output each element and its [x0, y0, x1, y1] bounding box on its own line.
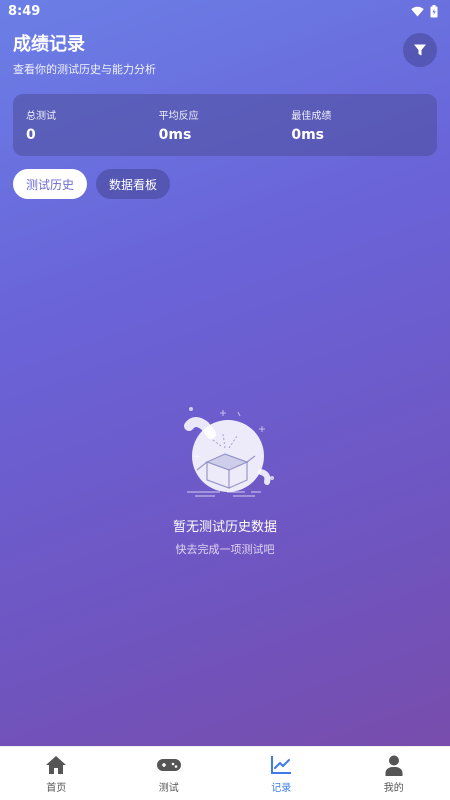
status-icons — [411, 4, 438, 18]
stat-label: 平均反应 — [158, 111, 199, 122]
nav-label: 测试 — [158, 783, 179, 794]
nav-item-home[interactable]: 首页 — [0, 747, 113, 800]
stat-label: 总测试 — [26, 111, 56, 122]
nav-item-test[interactable]: 测试 — [113, 747, 226, 800]
page-title: 成绩记录 — [13, 34, 85, 55]
filter-icon — [414, 44, 426, 56]
home-icon — [45, 753, 67, 777]
stat-best-score: 最佳成绩 0ms — [291, 107, 424, 143]
status-time: 8:49 — [8, 3, 41, 19]
chart-line-icon — [270, 753, 292, 777]
empty-state-subtitle: 快去完成一项测试吧 — [175, 543, 275, 556]
stat-value: 0ms — [291, 127, 325, 143]
bottom-navigation: 首页 测试 记录 我的 — [0, 746, 450, 800]
nav-label: 我的 — [383, 783, 404, 794]
nav-label: 首页 — [46, 783, 67, 794]
empty-state-title: 暂无测试历史数据 — [172, 520, 277, 535]
stats-card: 总测试 0 平均反应 0ms 最佳成绩 0ms — [13, 94, 437, 156]
stat-value: 0ms — [158, 127, 192, 143]
nav-item-profile[interactable]: 我的 — [338, 747, 450, 800]
page-header: 成绩记录 查看你的测试历史与能力分析 — [13, 34, 156, 77]
status-bar: 8:49 — [0, 0, 450, 22]
nav-item-records[interactable]: 记录 — [225, 747, 338, 800]
tab-bar: 测试历史 数据看板 — [13, 169, 171, 199]
person-icon — [385, 753, 403, 777]
gamepad-icon — [156, 753, 182, 777]
nav-label: 记录 — [271, 783, 292, 794]
empty-box-icon — [184, 407, 274, 497]
tab-data-dashboard[interactable]: 数据看板 — [96, 169, 171, 199]
tab-test-history[interactable]: 测试历史 — [13, 169, 88, 199]
battery-icon — [430, 4, 438, 17]
filter-button[interactable] — [403, 33, 437, 67]
stat-average-reaction: 平均反应 0ms — [159, 107, 292, 143]
stat-value: 0 — [26, 127, 36, 143]
stat-total-tests: 总测试 0 — [26, 107, 159, 143]
stat-label: 最佳成绩 — [291, 111, 332, 122]
wifi-icon — [411, 6, 424, 16]
page-subtitle: 查看你的测试历史与能力分析 — [13, 63, 156, 76]
